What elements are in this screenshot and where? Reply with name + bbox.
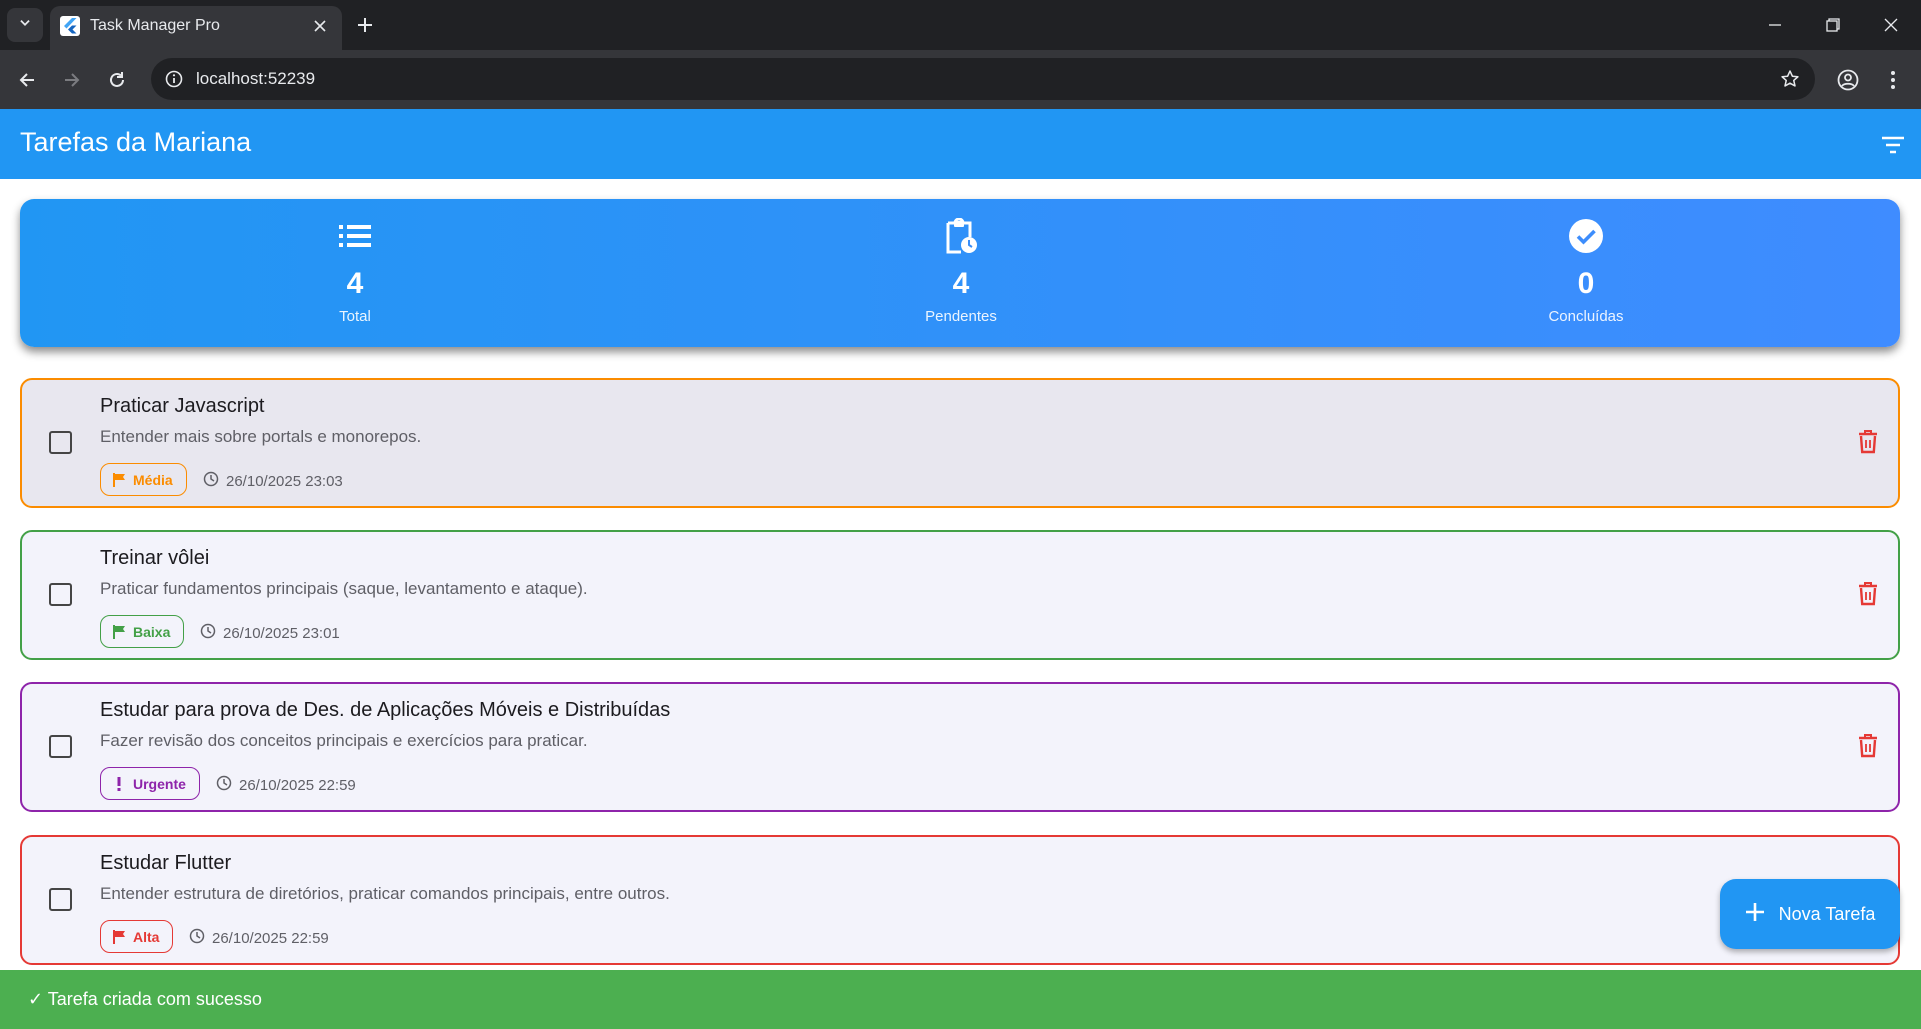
filter-button[interactable] — [1877, 129, 1909, 161]
snackbar: ✓ Tarefa criada com sucesso — [0, 970, 1921, 1029]
priority-label: Média — [133, 471, 173, 488]
task-checkbox[interactable] — [49, 583, 72, 606]
priority-badge: Urgente — [100, 767, 200, 800]
plus-icon — [1745, 902, 1765, 927]
minimize-icon — [1769, 24, 1781, 26]
reload-icon — [110, 72, 124, 87]
stat-completed: 0 Concluídas — [1456, 199, 1716, 347]
arrow-left-icon — [19, 73, 34, 87]
browser-menu-button[interactable] — [1878, 65, 1908, 95]
delete-button[interactable] — [1854, 429, 1882, 459]
arrow-right-icon — [65, 73, 80, 87]
stat-pending: 4 Pendentes — [831, 199, 1091, 347]
clock-icon — [200, 623, 216, 643]
list-icon — [337, 218, 373, 254]
exclamation-icon — [112, 776, 126, 791]
stat-label: Pendentes — [925, 308, 997, 325]
delete-button[interactable] — [1854, 733, 1882, 763]
restore-icon — [1826, 18, 1840, 32]
task-date: 26/10/2025 22:59 — [189, 928, 329, 948]
plus-icon — [358, 18, 372, 32]
stat-value: 4 — [346, 267, 364, 300]
priority-label: Urgente — [133, 775, 186, 792]
new-task-button[interactable]: Nova Tarefa — [1720, 879, 1900, 949]
task-title: Treinar vôlei — [100, 547, 210, 569]
reload-button[interactable] — [102, 65, 132, 95]
flag-icon — [112, 929, 126, 944]
task-card[interactable]: Estudar Flutter Entender estrutura de dir… — [20, 835, 1900, 965]
forward-button[interactable] — [57, 65, 87, 95]
stat-value: 0 — [1577, 267, 1595, 300]
page-title: Tarefas da Mariana — [20, 127, 252, 157]
priority-badge: Média — [100, 463, 187, 496]
profile-button[interactable] — [1833, 65, 1863, 95]
task-checkbox[interactable] — [49, 431, 72, 454]
task-card[interactable]: Estudar para prova de Des. de Aplicações… — [20, 682, 1900, 812]
priority-badge: Baixa — [100, 615, 185, 648]
tab-search-button[interactable] — [7, 8, 43, 42]
tab-title: Task Manager Pro — [90, 17, 220, 34]
task-date: 26/10/2025 22:59 — [216, 775, 356, 795]
close-window-button[interactable] — [1876, 10, 1906, 40]
task-description: Entender mais sobre portals e monorepos. — [100, 427, 422, 446]
new-tab-button[interactable] — [352, 12, 378, 38]
info-icon[interactable] — [161, 66, 187, 92]
task-description: Praticar fundamentos principais (saque, … — [100, 579, 588, 598]
task-checkbox[interactable] — [49, 888, 72, 911]
stat-value: 4 — [952, 267, 970, 300]
address-bar[interactable]: localhost:52239 — [151, 58, 1815, 100]
minimize-button[interactable] — [1760, 10, 1790, 40]
clock-icon — [216, 775, 232, 795]
browser-tab-bar: Task Manager Pro — [0, 0, 1921, 50]
task-description: Fazer revisão dos conceitos principais e… — [100, 731, 588, 750]
task-date-text: 26/10/2025 23:03 — [226, 472, 343, 490]
pending-clipboard-icon — [943, 218, 979, 254]
browser-toolbar: localhost:52239 — [0, 50, 1921, 109]
stat-total: 4 Total — [225, 199, 485, 347]
task-date-text: 26/10/2025 22:59 — [212, 929, 329, 947]
trash-icon — [1858, 581, 1878, 611]
task-title: Estudar para prova de Des. de Aplicações… — [100, 699, 671, 721]
filter-icon — [1882, 136, 1904, 154]
new-task-label: Nova Tarefa — [1778, 903, 1876, 924]
stat-label: Concluídas — [1548, 308, 1624, 325]
trash-icon — [1858, 429, 1878, 459]
star-icon[interactable] — [1777, 66, 1803, 92]
snackbar-message: ✓ Tarefa criada com sucesso — [28, 989, 262, 1009]
task-card[interactable]: Praticar Javascript Entender mais sobre p… — [20, 378, 1900, 508]
task-date: 26/10/2025 23:01 — [200, 623, 340, 643]
flag-icon — [112, 624, 126, 639]
task-description: Entender estrutura de diretórios, pratic… — [100, 884, 670, 903]
browser-tab[interactable]: Task Manager Pro — [50, 6, 342, 50]
priority-label: Alta — [133, 928, 160, 945]
flutter-icon — [60, 16, 80, 36]
close-icon — [1884, 18, 1898, 32]
chevron-down-icon — [18, 16, 32, 35]
task-checkbox[interactable] — [49, 735, 72, 758]
back-button[interactable] — [12, 65, 42, 95]
check-circle-icon — [1568, 218, 1604, 254]
task-title: Praticar Javascript — [100, 395, 265, 417]
task-date-text: 26/10/2025 22:59 — [239, 776, 356, 794]
more-vert-icon — [1891, 71, 1895, 89]
task-card[interactable]: Treinar vôlei Praticar fundamentos princi… — [20, 530, 1900, 660]
stat-label: Total — [339, 308, 371, 325]
task-date: 26/10/2025 23:03 — [203, 471, 343, 491]
clock-icon — [189, 928, 205, 948]
restore-button[interactable] — [1818, 10, 1848, 40]
delete-button[interactable] — [1854, 581, 1882, 611]
trash-icon — [1858, 733, 1878, 763]
priority-label: Baixa — [133, 623, 171, 640]
task-title: Estudar Flutter — [100, 852, 232, 874]
flag-icon — [112, 472, 126, 487]
url-text[interactable]: localhost:52239 — [196, 69, 315, 89]
stats-card: 4 Total 4 Pendentes 0 Concluídas — [20, 199, 1900, 347]
clock-icon — [203, 471, 219, 491]
account-circle-icon — [1837, 69, 1859, 91]
task-date-text: 26/10/2025 23:01 — [223, 624, 340, 642]
app-bar: Tarefas da Mariana — [0, 109, 1921, 179]
priority-badge: Alta — [100, 920, 174, 953]
close-icon[interactable] — [308, 14, 332, 38]
